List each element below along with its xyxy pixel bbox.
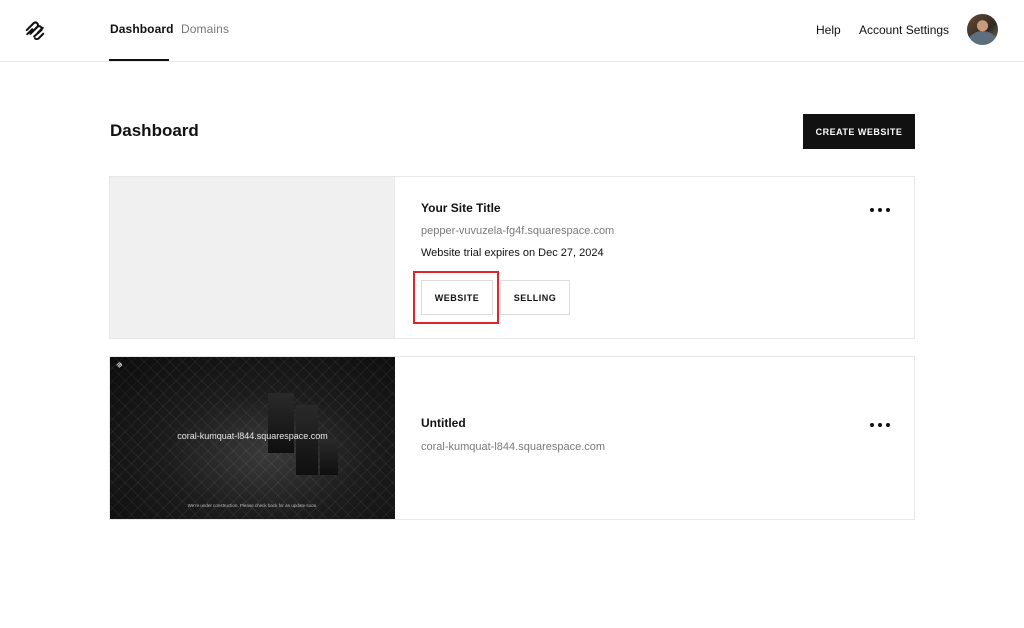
more-horizontal-icon [870, 423, 874, 427]
highlight-box [413, 271, 499, 324]
active-tab-indicator [109, 59, 169, 61]
tab-domains[interactable]: Domains [181, 22, 229, 36]
site-thumbnail[interactable] [110, 177, 395, 338]
page-title: Dashboard [110, 121, 199, 140]
thumbnail-construction-note: We're under construction. Please check b… [187, 503, 318, 508]
site-url: coral-kumquat-l844.squarespace.com [421, 441, 606, 453]
create-website-button[interactable]: CREATE WEBSITE [803, 114, 915, 149]
more-dot [886, 208, 890, 212]
site-card: coral-kumquat-l844.squarespace.com We're… [109, 356, 915, 520]
trial-status: Website trial expires on Dec 27, 2024 [421, 247, 604, 259]
site-title[interactable]: Untitled [421, 416, 466, 430]
site-title[interactable]: Your Site Title [421, 201, 501, 215]
more-dot [878, 208, 882, 212]
decorative-block [268, 393, 294, 453]
more-options-button[interactable] [870, 420, 890, 430]
more-dot [878, 423, 882, 427]
selling-button[interactable]: SELLING [500, 280, 570, 315]
decorative-block [320, 439, 338, 475]
more-options-button[interactable] [870, 205, 890, 215]
user-avatar[interactable] [967, 14, 998, 45]
squarespace-logo-icon [116, 362, 123, 368]
more-dot [886, 423, 890, 427]
site-thumbnail[interactable]: coral-kumquat-l844.squarespace.com We're… [110, 357, 395, 519]
top-navigation-bar: Dashboard Domains Help Account Settings [0, 0, 1024, 62]
thumbnail-domain-text: coral-kumquat-l844.squarespace.com [177, 431, 328, 441]
more-horizontal-icon [870, 208, 874, 212]
squarespace-logo-icon[interactable] [24, 20, 46, 42]
account-settings-link[interactable]: Account Settings [859, 23, 949, 37]
site-card: Your Site Title pepper-vuvuzela-fg4f.squ… [109, 176, 915, 339]
help-link[interactable]: Help [816, 23, 841, 37]
site-url: pepper-vuvuzela-fg4f.squarespace.com [421, 225, 615, 237]
tab-dashboard[interactable]: Dashboard [110, 22, 174, 36]
